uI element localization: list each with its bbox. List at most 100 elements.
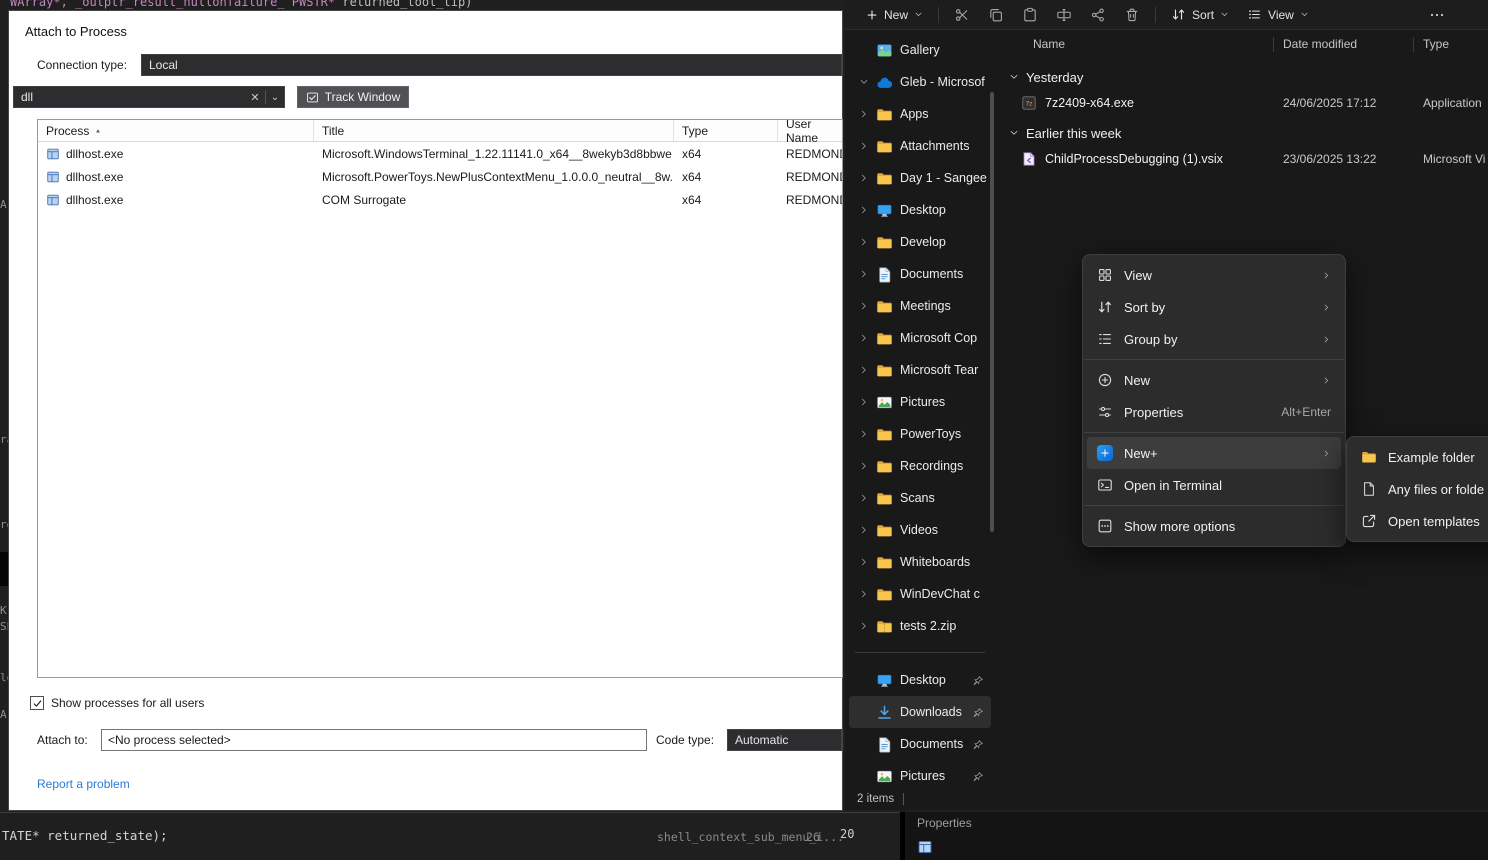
chevron-right-icon[interactable]	[858, 109, 869, 119]
clear-filter-icon[interactable]: ✕	[245, 91, 265, 104]
column-header-user-name[interactable]: User Name	[778, 120, 842, 141]
column-header-type[interactable]: Type	[674, 120, 778, 141]
track-window-button[interactable]: Track Window	[297, 86, 409, 108]
sidebar-item-microsoft-teams[interactable]: Microsoft Tear	[849, 354, 991, 386]
context-menu-item-properties[interactable]: PropertiesAlt+Enter	[1087, 396, 1341, 428]
chevron-right-icon[interactable]	[858, 557, 869, 567]
sidebar-item-attachments[interactable]: Attachments	[849, 130, 991, 162]
context-menu-item-open-in-terminal[interactable]: Open in Terminal	[1087, 469, 1341, 501]
submenu-item-open-templates[interactable]: Open templates	[1351, 505, 1488, 537]
connection-type-combobox[interactable]: Local	[141, 54, 842, 76]
sidebar-item-desktop[interactable]: Desktop	[849, 194, 991, 226]
sidebar-item-apps[interactable]: Apps	[849, 98, 991, 130]
item-count: 2 items	[857, 793, 894, 805]
sidebar-scrollbar[interactable]	[990, 92, 994, 532]
copy-button[interactable]	[979, 3, 1013, 27]
context-menu-item-view[interactable]: View	[1087, 259, 1341, 291]
submenu-arrow-icon	[1322, 303, 1331, 312]
column-header-type[interactable]: Type	[1414, 37, 1488, 51]
chevron-down-icon[interactable]	[858, 77, 869, 87]
code-type-combobox[interactable]: Automatic	[727, 729, 842, 751]
application-window-icon	[46, 147, 60, 161]
chevron-right-icon[interactable]	[858, 525, 869, 535]
chevron-right-icon[interactable]	[858, 493, 869, 503]
svg-text:7z: 7z	[1026, 101, 1033, 108]
view-button[interactable]: View	[1238, 3, 1318, 26]
column-header-process[interactable]: Process	[38, 120, 314, 141]
process-row[interactable]: dllhost.exe Microsoft.WindowsTerminal_1.…	[38, 142, 842, 165]
sidebar-item-recordings[interactable]: Recordings	[849, 450, 991, 482]
chevron-right-icon[interactable]	[858, 621, 869, 631]
paste-button[interactable]	[1013, 3, 1047, 27]
chevron-right-icon[interactable]	[858, 461, 869, 471]
see-more-button[interactable]	[1420, 3, 1454, 27]
chevron-right-icon[interactable]	[858, 269, 869, 279]
context-menu-item-new-plus[interactable]: New+	[1087, 437, 1341, 469]
show-all-users-checkbox[interactable]	[30, 696, 44, 710]
connection-type-value: Local	[149, 58, 178, 72]
sidebar-item-gallery[interactable]: Gallery	[849, 34, 991, 66]
group-header-yesterday[interactable]: Yesterday	[997, 64, 1488, 90]
sidebar-item-onedrive[interactable]: Gleb - Microsof	[849, 66, 991, 98]
sidebar-item-powertoys[interactable]: PowerToys	[849, 418, 991, 450]
process-row[interactable]: dllhost.exe COM Surrogate x64 REDMOND	[38, 188, 842, 211]
file-row-7z2409[interactable]: 7z 7z2409-x64.exe 24/06/2025 17:12 Appli…	[997, 90, 1488, 116]
sidebar-pinned-documents[interactable]: Documents	[849, 728, 991, 760]
chevron-down-icon	[1009, 128, 1019, 138]
chevron-right-icon[interactable]	[858, 429, 869, 439]
chevron-right-icon[interactable]	[858, 141, 869, 151]
column-header-name[interactable]: Name	[997, 37, 1273, 51]
sidebar-pinned-desktop[interactable]: Desktop	[849, 664, 991, 696]
properties-icon	[1097, 404, 1113, 420]
sidebar-item-documents[interactable]: Documents	[849, 258, 991, 290]
chevron-right-icon[interactable]	[858, 397, 869, 407]
filter-dropdown-icon[interactable]: ⌄	[266, 92, 284, 103]
sidebar-item-develop[interactable]: Develop	[849, 226, 991, 258]
sidebar-item-scans[interactable]: Scans	[849, 482, 991, 514]
new-button[interactable]: New	[857, 4, 932, 26]
process-row[interactable]: dllhost.exe Microsoft.PowerToys.NewPlusC…	[38, 165, 842, 188]
chevron-down-icon	[1300, 10, 1309, 19]
report-a-problem-link[interactable]: Report a problem	[37, 777, 130, 791]
sidebar-item-microsoft-copilot[interactable]: Microsoft Cop	[849, 322, 991, 354]
chevron-right-icon[interactable]	[858, 589, 869, 599]
cut-button[interactable]	[945, 3, 979, 27]
submenu-arrow-icon	[1322, 376, 1331, 385]
context-menu-item-sort-by[interactable]: Sort by	[1087, 291, 1341, 323]
exe-file-icon: 7z	[1021, 95, 1037, 111]
context-menu-item-show-more-options[interactable]: Show more options	[1087, 510, 1341, 542]
column-header-title[interactable]: Title	[314, 120, 674, 141]
sidebar-item-whiteboards[interactable]: Whiteboards	[849, 546, 991, 578]
process-filter-input[interactable]	[14, 90, 245, 104]
chevron-right-icon[interactable]	[858, 301, 869, 311]
column-header-date-modified[interactable]: Date modified	[1274, 37, 1413, 51]
submenu-item-example-folder[interactable]: Example folder	[1351, 441, 1488, 473]
delete-button[interactable]	[1115, 3, 1149, 27]
sidebar-pinned-downloads[interactable]: Downloads	[849, 696, 991, 728]
copy-icon	[988, 7, 1004, 23]
sidebar-item-videos[interactable]: Videos	[849, 514, 991, 546]
chevron-right-icon[interactable]	[858, 173, 869, 183]
sidebar-item-tests-zip[interactable]: tests 2.zip	[849, 610, 991, 642]
sidebar-pinned-pictures[interactable]: Pictures	[849, 760, 991, 788]
submenu-item-any-files[interactable]: Any files or folde	[1351, 473, 1488, 505]
chevron-right-icon[interactable]	[858, 333, 869, 343]
context-menu-item-new[interactable]: New	[1087, 364, 1341, 396]
group-header-earlier-this-week[interactable]: Earlier this week	[997, 120, 1488, 146]
context-menu-item-group-by[interactable]: Group by	[1087, 323, 1341, 355]
folder-icon	[876, 234, 893, 251]
chevron-right-icon[interactable]	[858, 205, 869, 215]
rename-button[interactable]	[1047, 3, 1081, 27]
attach-to-field[interactable]	[101, 729, 647, 751]
submenu-arrow-icon	[1322, 449, 1331, 458]
chevron-right-icon[interactable]	[858, 237, 869, 247]
chevron-right-icon[interactable]	[858, 365, 869, 375]
folder-icon	[876, 330, 893, 347]
share-button[interactable]	[1081, 3, 1115, 27]
sort-button[interactable]: Sort	[1162, 3, 1238, 26]
file-row-childprocessdebugging[interactable]: ChildProcessDebugging (1).vsix 23/06/202…	[997, 146, 1488, 172]
sidebar-item-day1[interactable]: Day 1 - Sangee	[849, 162, 991, 194]
sidebar-item-meetings[interactable]: Meetings	[849, 290, 991, 322]
sidebar-item-pictures[interactable]: Pictures	[849, 386, 991, 418]
sidebar-item-windevchat[interactable]: WinDevChat c	[849, 578, 991, 610]
